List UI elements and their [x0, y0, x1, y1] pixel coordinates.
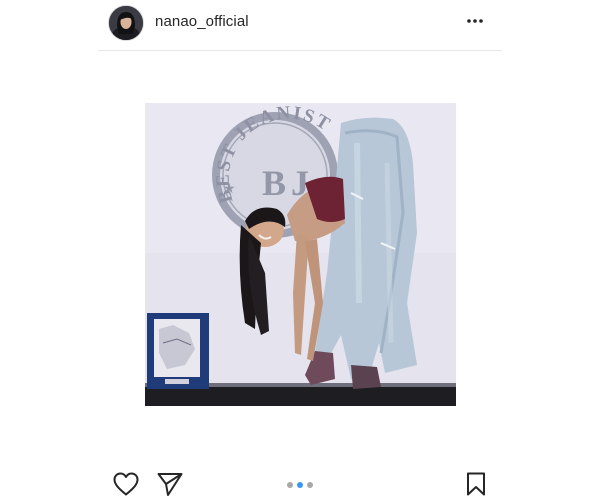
post-header: nanao_official: [98, 0, 502, 51]
share-button[interactable]: [156, 471, 184, 497]
like-button[interactable]: [112, 471, 140, 497]
carousel-indicator: [287, 482, 313, 488]
more-horizontal-icon: [467, 19, 483, 23]
carousel-dot-active[interactable]: [297, 482, 303, 488]
photo-illustration: BEST JEANIST B J ★: [145, 103, 456, 406]
post-photo[interactable]: BEST JEANIST B J ★: [145, 103, 456, 406]
heart-icon: [113, 472, 139, 496]
save-button[interactable]: [464, 471, 488, 497]
carousel-dot[interactable]: [287, 482, 293, 488]
post-action-bar: [98, 468, 502, 500]
svg-text:★: ★: [223, 180, 236, 196]
bookmark-icon: [467, 472, 485, 496]
avatar-image: [109, 6, 143, 40]
trophy-frame: [147, 313, 209, 389]
username[interactable]: nanao_official: [155, 13, 249, 30]
paper-plane-icon: [157, 473, 183, 496]
carousel-dot[interactable]: [307, 482, 313, 488]
svg-text:B: B: [262, 163, 286, 203]
more-options-button[interactable]: [464, 10, 486, 32]
avatar[interactable]: [108, 5, 144, 41]
instagram-post: nanao_official BEST JEANIST B J ★: [0, 0, 600, 500]
